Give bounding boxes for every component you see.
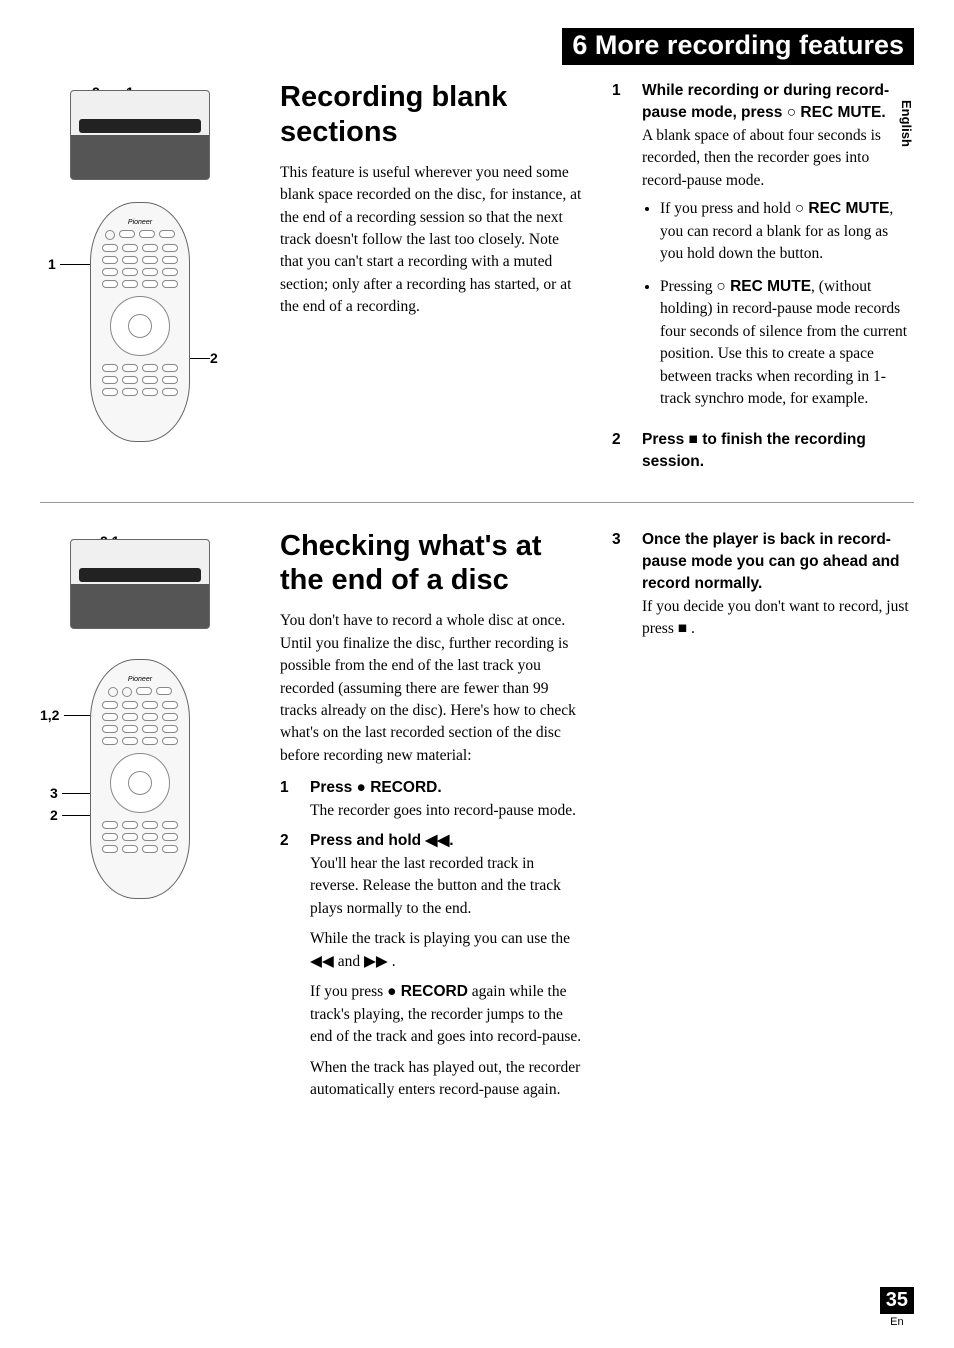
- step-number: 3: [612, 529, 642, 641]
- page-number: 35: [880, 1287, 914, 1314]
- s2-step2-p4: When the track has played out, the recor…: [310, 1057, 582, 1102]
- page-footer: 35 En: [880, 1287, 914, 1328]
- section1-heading: Recording blank sections: [280, 80, 582, 150]
- s2-step3-body: If you decide you don't want to record, …: [642, 596, 914, 641]
- step-number: 1: [280, 777, 310, 822]
- s2-step2-p2: While the track is playing you can use t…: [310, 928, 582, 973]
- s1-step2-head-a: Press: [642, 431, 689, 448]
- s2-step3-head: Once the player is back in record-pause …: [642, 529, 914, 596]
- s1-step1-head-b: REC MUTE.: [796, 104, 886, 121]
- chapter-title: 6 More recording features: [562, 28, 914, 65]
- section2-steps-right: 3 Once the player is back in record-paus…: [602, 529, 914, 1110]
- s1-step1-body: A blank space of about four seconds is r…: [642, 125, 914, 192]
- page-lang: En: [880, 1316, 914, 1328]
- stop-icon: ■: [689, 431, 698, 448]
- section-recording-blank: 2 1 1 2 Pioneer: [40, 80, 914, 503]
- remote-illustration: Pioneer: [90, 202, 190, 442]
- remote-callout-1: 1: [48, 256, 56, 272]
- page-content: 2 1 1 2 Pioneer: [40, 80, 914, 1298]
- section2-heading: Checking what's at the end of a disc: [280, 529, 582, 599]
- remote-illustration: Pioneer: [90, 659, 190, 899]
- step-number: 2: [280, 830, 310, 1101]
- s2-step2-p1: You'll hear the last recorded track in r…: [310, 853, 582, 920]
- section-checking-end: 2 1 1,2 3 2 Pioneer: [40, 529, 914, 1130]
- s2-step2-p3: If you press ● RECORD again while the tr…: [310, 981, 582, 1048]
- s1-bullet2: Pressing ○ REC MUTE, (without holding) i…: [660, 276, 914, 411]
- s2-step2-head: Press and hold ◀◀.: [310, 830, 582, 852]
- device-illustration: [70, 539, 210, 629]
- step-number: 2: [612, 429, 642, 474]
- s2-step1-body: The recorder goes into record-pause mode…: [310, 800, 582, 822]
- section2-intro: You don't have to record a whole disc at…: [280, 610, 582, 767]
- rec-mute-icon: ○: [787, 104, 796, 121]
- s2-step1-head: Press ● RECORD.: [310, 777, 582, 799]
- device-illustration: [70, 90, 210, 180]
- section1-main: Recording blank sections This feature is…: [240, 80, 602, 482]
- remote-callout-2: 2: [210, 350, 218, 366]
- illustration-col: 2 1 1 2 Pioneer: [40, 80, 240, 482]
- section1-steps: 1 While recording or during record-pause…: [602, 80, 914, 482]
- step-number: 1: [612, 80, 642, 421]
- section2-main: Checking what's at the end of a disc You…: [240, 529, 602, 1110]
- remote-callout-3: 3: [50, 785, 58, 801]
- illustration-col: 2 1 1,2 3 2 Pioneer: [40, 529, 240, 1110]
- s1-bullet1: If you press and hold ○ REC MUTE, you ca…: [660, 198, 914, 265]
- remote-callout-12: 1,2: [40, 707, 59, 723]
- section1-intro: This feature is useful wherever you need…: [280, 162, 582, 319]
- remote-callout-2b: 2: [50, 807, 58, 823]
